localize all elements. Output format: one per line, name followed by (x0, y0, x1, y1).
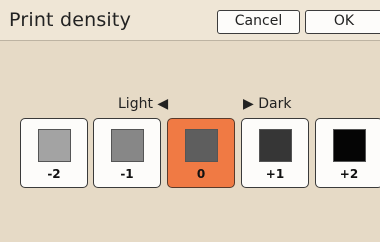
print-density-screen: Print density Cancel OK Light ◀ ▶ Dark -… (0, 0, 380, 242)
density-label: +2 (339, 167, 359, 181)
header-bar: Print density Cancel OK (0, 0, 380, 41)
density-label: 0 (196, 167, 206, 181)
density-swatch (185, 129, 218, 162)
density-label: -2 (47, 167, 61, 181)
light-hint: Light ◀ (118, 96, 169, 112)
dark-hint: ▶ Dark (243, 96, 292, 112)
density-option-plus-2[interactable]: +2 (315, 118, 380, 188)
density-swatch (111, 129, 144, 162)
density-option-0[interactable]: 0 (167, 118, 235, 188)
ok-button[interactable]: OK (305, 10, 380, 34)
density-option-minus-2[interactable]: -2 (20, 118, 88, 188)
density-label: -1 (120, 167, 134, 181)
density-option-plus-1[interactable]: +1 (241, 118, 309, 188)
density-swatch (259, 129, 292, 162)
cancel-button[interactable]: Cancel (217, 10, 300, 34)
density-swatch (333, 129, 366, 162)
density-label: +1 (265, 167, 285, 181)
page-title: Print density (9, 9, 132, 31)
density-swatch (38, 129, 71, 162)
density-option-minus-1[interactable]: -1 (93, 118, 161, 188)
